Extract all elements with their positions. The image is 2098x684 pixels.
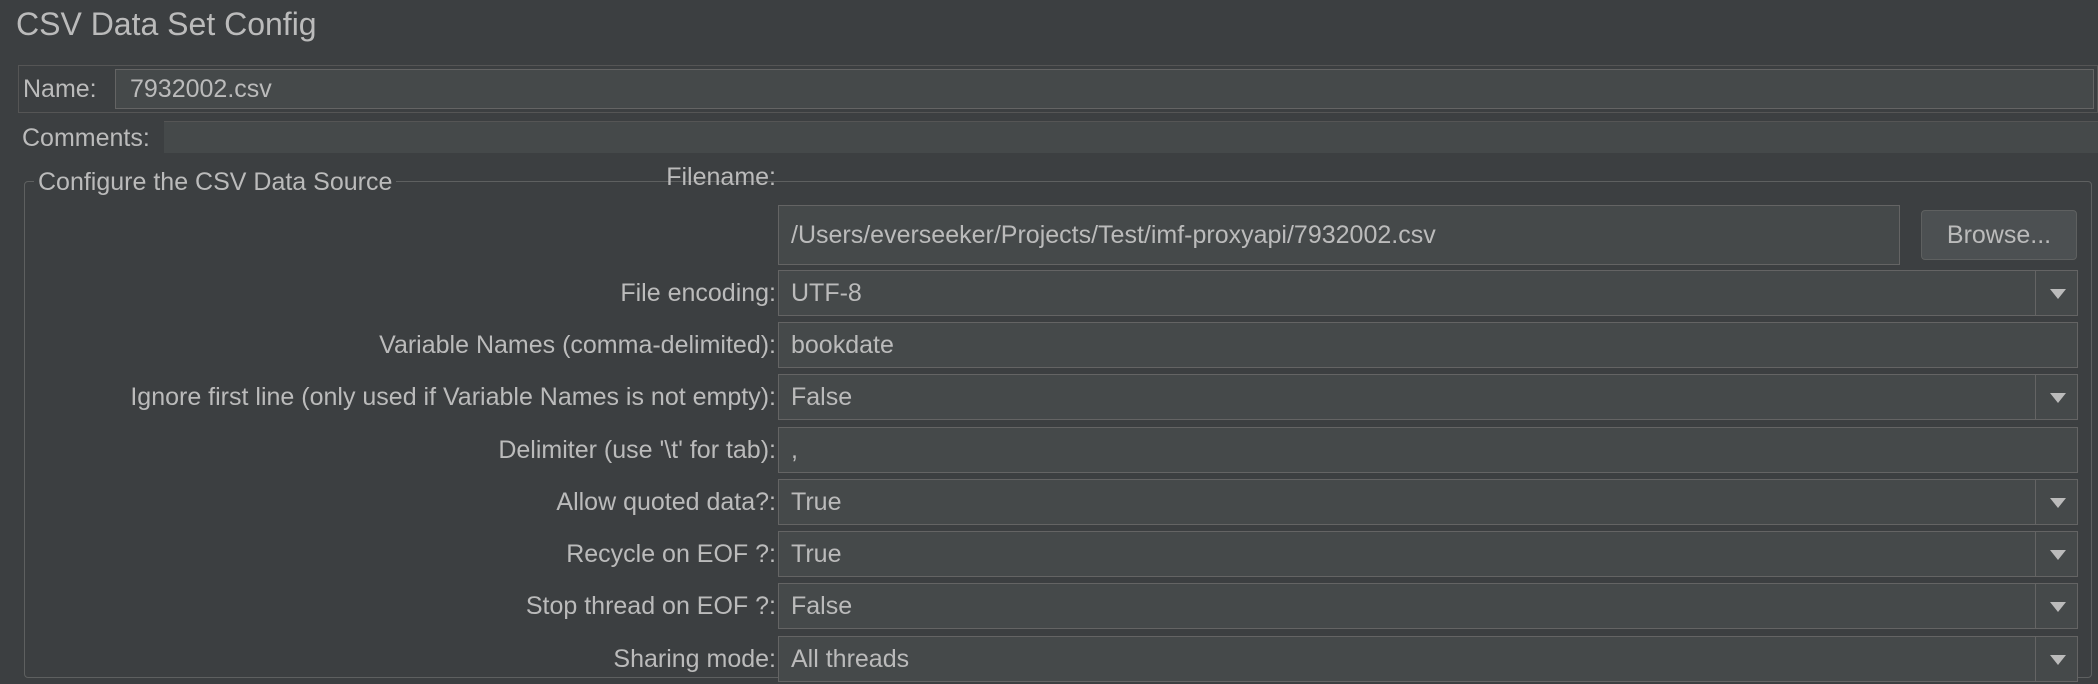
csv-source-legend: Configure the CSV Data Source	[34, 168, 397, 197]
file-encoding-label: File encoding:	[620, 279, 776, 307]
stop-thread-on-eof-select[interactable]: False	[778, 583, 2078, 629]
allow-quoted-data-label: Allow quoted data?:	[556, 488, 776, 516]
sharing-mode-select[interactable]: All threads	[778, 636, 2078, 682]
stop-thread-on-eof-value: False	[791, 592, 853, 620]
sharing-mode-label: Sharing mode:	[613, 645, 776, 673]
chevron-down-icon[interactable]	[2035, 271, 2077, 315]
file-encoding-select[interactable]: UTF-8	[778, 270, 2078, 316]
delimiter-input[interactable]: ,	[778, 427, 2078, 473]
delimiter-label: Delimiter (use '\t' for tab):	[498, 436, 776, 464]
name-input[interactable]: 7932002.csv	[115, 69, 2094, 109]
recycle-on-eof-label: Recycle on EOF ?:	[566, 540, 776, 568]
allow-quoted-data-select[interactable]: True	[778, 479, 2078, 525]
sharing-mode-value: All threads	[791, 645, 910, 673]
chevron-down-icon[interactable]	[2035, 480, 2077, 524]
allow-quoted-data-value: True	[791, 488, 842, 516]
recycle-on-eof-select[interactable]: True	[778, 531, 2078, 577]
ignore-first-line-value: False	[791, 383, 853, 411]
ignore-first-line-select[interactable]: False	[778, 374, 2078, 420]
file-encoding-value: UTF-8	[791, 279, 862, 307]
chevron-down-icon[interactable]	[2035, 532, 2077, 576]
stop-thread-on-eof-label: Stop thread on EOF ?:	[525, 592, 776, 620]
chevron-down-icon[interactable]	[2035, 375, 2077, 419]
page-title: CSV Data Set Config	[16, 6, 317, 42]
filename-label: Filename:	[666, 163, 776, 191]
chevron-down-icon[interactable]	[2035, 584, 2077, 628]
variable-names-label: Variable Names (comma-delimited):	[379, 331, 776, 359]
name-label: Name:	[23, 75, 97, 103]
chevron-down-icon[interactable]	[2035, 637, 2077, 681]
ignore-first-line-label: Ignore first line (only used if Variable…	[130, 383, 776, 411]
comments-input[interactable]	[164, 121, 2098, 153]
recycle-on-eof-value: True	[791, 540, 842, 568]
variable-names-input[interactable]: bookdate	[778, 322, 2078, 368]
name-row: Name: 7932002.csv	[18, 65, 2098, 113]
filename-input[interactable]: /Users/everseeker/Projects/Test/imf-prox…	[778, 205, 1900, 265]
browse-button[interactable]: Browse...	[1921, 210, 2077, 260]
comments-label: Comments:	[22, 124, 150, 152]
